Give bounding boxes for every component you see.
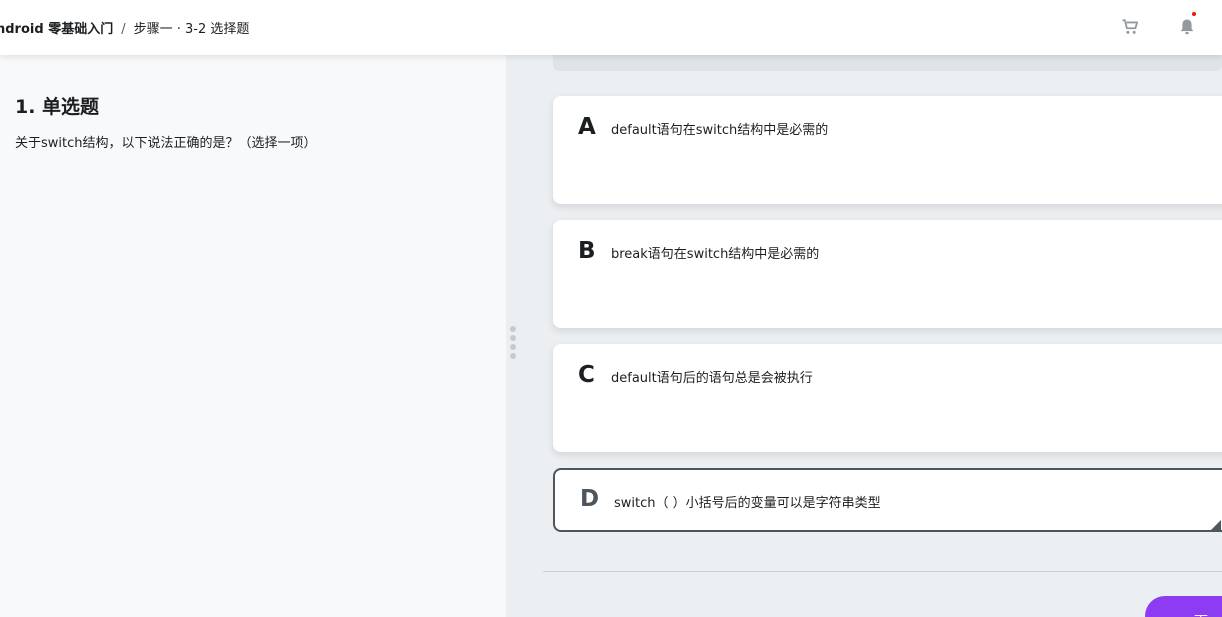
handle-dot (510, 344, 516, 350)
notification-dot (1192, 12, 1196, 16)
answer-panel-top-strip (553, 55, 1222, 71)
handle-dot (510, 353, 516, 359)
question-text: 关于switch结构，以下说法正确的是？（选择一项） (15, 136, 317, 151)
handle-dot (510, 335, 516, 341)
option-text: default语句后的语句总是会被执行 (611, 371, 813, 386)
option-text: default语句在switch结构中是必需的 (611, 123, 829, 138)
resize-handle[interactable] (510, 326, 518, 366)
next-section-button[interactable]: 下一节 (1145, 596, 1222, 617)
option-text: break语句在switch结构中是必需的 (611, 247, 820, 262)
selected-corner-mark (1209, 520, 1221, 532)
cart-icon[interactable] (1120, 17, 1140, 37)
bell-icon[interactable] (1177, 17, 1197, 37)
option-letter: A (578, 114, 596, 140)
breadcrumb: ndroid 零基础入门 / 步骤一 · 3-2 选择题 (0, 18, 249, 37)
option-c[interactable]: C default语句后的语句总是会被执行 (553, 344, 1222, 452)
question-title: 1. 单选题 (15, 96, 100, 118)
breadcrumb-course-link[interactable]: ndroid 零基础入门 (0, 22, 113, 37)
question-panel: 1. 单选题 关于switch结构，以下说法正确的是？（选择一项） (0, 55, 506, 617)
option-a[interactable]: A default语句在switch结构中是必需的 (553, 96, 1222, 204)
option-letter: B (578, 238, 596, 264)
breadcrumb-separator: / (121, 22, 126, 37)
option-b[interactable]: B break语句在switch结构中是必需的 (553, 220, 1222, 328)
option-letter: D (580, 486, 600, 512)
handle-dot (510, 326, 516, 332)
breadcrumb-step: 步骤一 · 3-2 选择题 (133, 22, 250, 37)
option-text: switch（ ）小括号后的变量可以是字符串类型 (614, 496, 881, 511)
option-letter: C (578, 362, 595, 388)
option-d[interactable]: D switch（ ）小括号后的变量可以是字符串类型 (553, 468, 1222, 532)
divider (543, 571, 1222, 572)
top-bar: ndroid 零基础入门 / 步骤一 · 3-2 选择题 (0, 0, 1222, 55)
